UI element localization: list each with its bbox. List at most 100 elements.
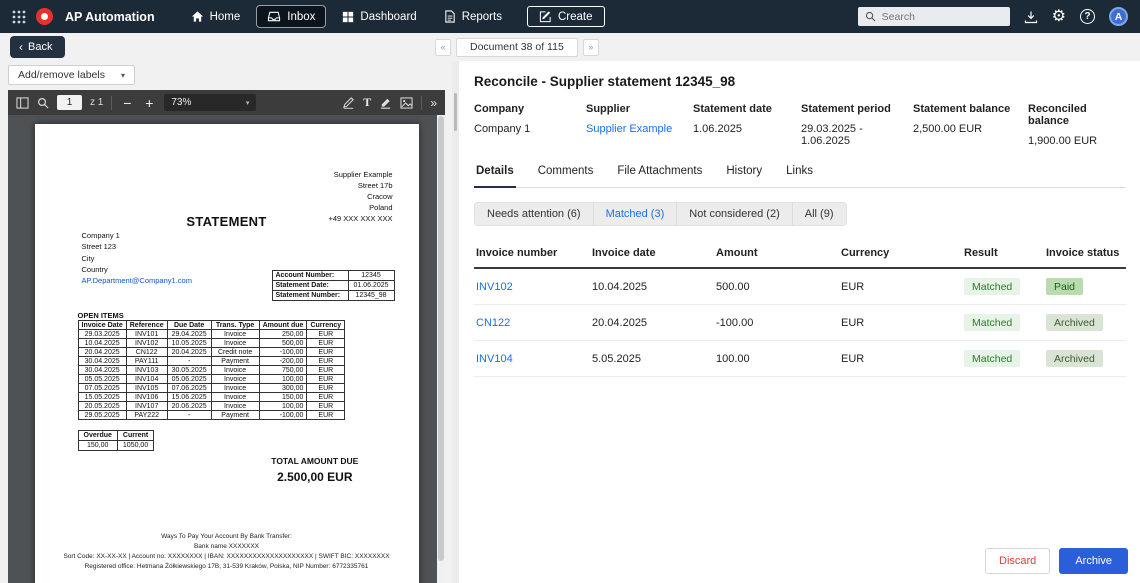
app-logo-icon <box>36 8 53 25</box>
status-badge: Archived <box>1046 350 1103 367</box>
tab-comments[interactable]: Comments <box>536 165 596 187</box>
pdf-open-items-table: Invoice DateReferenceDue DateTrans. Type… <box>78 320 346 420</box>
filter-all-9[interactable]: All (9) <box>793 203 846 225</box>
pdf-company-email: AP.Department@Company1.com <box>82 275 192 286</box>
nav-inbox[interactable]: Inbox <box>257 6 325 27</box>
meta-field-company: CompanyCompany 1 <box>474 103 586 147</box>
next-document-button[interactable]: » <box>583 39 599 56</box>
meta-field-supplier: SupplierSupplier Example <box>586 103 693 147</box>
invoice-link[interactable]: INV102 <box>476 281 513 293</box>
pdf-open-items-cell: PAY111 <box>126 357 167 366</box>
pdf-open-items-cell: Invoice <box>211 375 259 384</box>
pdf-scrollbar-thumb[interactable] <box>438 116 444 561</box>
meta-label: Statement period <box>801 103 913 115</box>
pdf-open-items-cell: Invoice <box>211 384 259 393</box>
pdf-scrollbar[interactable] <box>437 115 445 583</box>
page-number-input[interactable] <box>57 95 82 110</box>
invoice-link[interactable]: CN122 <box>476 317 510 329</box>
pdf-open-items-row: 10.04.2025INV10210.05.2025Invoice500,00E… <box>78 339 345 348</box>
nav-home[interactable]: Home <box>181 6 251 27</box>
pdf-footer-line: Bank name XXXXXXX <box>35 542 419 552</box>
pdf-open-items-row: 07.05.2025INV10507.06.2025Invoice300,00E… <box>78 384 345 393</box>
reconcile-pane: Reconcile - Supplier statement 12345_98 … <box>459 61 1140 583</box>
meta-value: Company 1 <box>474 123 586 135</box>
pdf-open-items-cell: INV104 <box>126 375 167 384</box>
pdf-open-items-cell: Payment <box>211 357 259 366</box>
zoom-in-button[interactable]: + <box>142 96 156 110</box>
settings-gear-icon[interactable]: ⚙ <box>1052 9 1066 25</box>
text-tool-icon[interactable]: T <box>363 95 371 110</box>
image-tool-icon[interactable] <box>400 97 413 109</box>
pdf-toolbar: z 1 − + 73% ▾ T » <box>8 90 445 115</box>
pdf-open-items-cell: 30.04.2025 <box>78 366 126 375</box>
meta-field-statement-period: Statement period 29.03.2025 - 1.06.2025 <box>801 103 913 147</box>
user-avatar[interactable]: A <box>1109 7 1128 26</box>
nav-create[interactable]: Create <box>527 6 605 27</box>
download-icon[interactable] <box>1024 10 1038 24</box>
find-in-document-icon[interactable] <box>37 97 49 109</box>
column-header-invoice-date: Invoice date <box>590 239 714 268</box>
filter-not-considered-2[interactable]: Not considered (2) <box>677 203 793 225</box>
amount-cell: -100.00 <box>714 305 839 341</box>
column-header-amount: Amount <box>714 239 839 268</box>
invoice-link[interactable]: INV104 <box>476 353 513 365</box>
search-box[interactable] <box>858 7 1010 26</box>
table-row[interactable]: CN12220.04.2025-100.00EURMatchedArchived <box>474 305 1126 341</box>
pdf-canvas[interactable]: Supplier ExampleStreet 17bCracowPoland+4… <box>8 115 445 583</box>
pdf-open-items-cell: INV105 <box>126 384 167 393</box>
pdf-open-items-title: OPEN ITEMS <box>78 311 124 320</box>
filter-matched-3[interactable]: Matched (3) <box>594 203 678 225</box>
chevron-down-icon: ▾ <box>121 71 125 80</box>
table-row[interactable]: INV1045.05.2025100.00EURMatchedArchived <box>474 341 1126 377</box>
pdf-open-items-cell: -200,00 <box>259 357 307 366</box>
column-header-currency: Currency <box>839 239 962 268</box>
app-grid-icon[interactable] <box>12 10 26 24</box>
pdf-open-items-cell: INV106 <box>126 393 167 402</box>
highlighter-icon[interactable] <box>379 96 392 109</box>
prev-document-button[interactable]: « <box>435 39 451 56</box>
pdf-open-items-cell: 20.04.2025 <box>167 348 211 357</box>
nav-reports[interactable]: Reports <box>434 6 512 27</box>
toolbar-divider <box>111 96 112 110</box>
result-badge: Matched <box>964 350 1020 367</box>
meta-label: Statement date <box>693 103 801 115</box>
pane-divider[interactable] <box>452 61 459 583</box>
archive-button[interactable]: Archive <box>1059 548 1128 574</box>
pdf-total-block: TOTAL AMOUNT DUE 2.500,00 EUR <box>246 456 384 484</box>
tab-history[interactable]: History <box>724 165 764 187</box>
pdf-info-value: 12345_98 <box>348 291 394 301</box>
pdf-open-items-header: Reference <box>126 321 167 330</box>
pdf-open-items-cell: EUR <box>307 375 345 384</box>
search-input[interactable] <box>882 11 1003 23</box>
pdf-open-items-cell: 07.06.2025 <box>167 384 211 393</box>
pdf-open-items-cell: INV107 <box>126 402 167 411</box>
pdf-total-label: TOTAL AMOUNT DUE <box>246 456 384 466</box>
back-button[interactable]: ‹ Back <box>10 36 65 58</box>
more-tools-icon[interactable]: » <box>430 96 437 110</box>
pane-divider-handle[interactable] <box>454 93 457 131</box>
help-icon[interactable]: ? <box>1080 9 1095 24</box>
discard-button[interactable]: Discard <box>985 548 1050 574</box>
add-remove-labels-button[interactable]: Add/remove labels ▾ <box>8 65 135 85</box>
column-header-invoice-status: Invoice status <box>1044 239 1126 268</box>
pdf-open-items-cell: 20.04.2025 <box>78 348 126 357</box>
statement-meta: CompanyCompany 1SupplierSupplier Example… <box>474 103 1126 147</box>
tab-file-attachments[interactable]: File Attachments <box>615 165 704 187</box>
meta-value: 29.03.2025 - 1.06.2025 <box>801 123 913 147</box>
amount-cell: 100.00 <box>714 341 839 377</box>
tab-links[interactable]: Links <box>784 165 815 187</box>
pdf-open-items-cell: -100,00 <box>259 348 307 357</box>
pdf-supplier-line: Supplier Example <box>329 170 393 181</box>
meta-value[interactable]: Supplier Example <box>586 123 693 135</box>
sidebar-toggle-icon[interactable] <box>16 97 29 109</box>
table-row[interactable]: INV10210.04.2025500.00EURMatchedPaid <box>474 268 1126 305</box>
zoom-level-select[interactable]: 73% ▾ <box>164 94 256 111</box>
pdf-open-items-cell: 20.06.2025 <box>167 402 211 411</box>
zoom-out-button[interactable]: − <box>120 96 134 110</box>
tab-details[interactable]: Details <box>474 165 516 188</box>
draw-pen-icon[interactable] <box>342 96 355 109</box>
nav-dashboard[interactable]: Dashboard <box>332 7 426 27</box>
pdf-open-items-row: 05.05.2025INV10405.06.2025Invoice100,00E… <box>78 375 345 384</box>
filter-needs-attention-6[interactable]: Needs attention (6) <box>475 203 594 225</box>
pdf-open-items-cell: Payment <box>211 411 259 420</box>
